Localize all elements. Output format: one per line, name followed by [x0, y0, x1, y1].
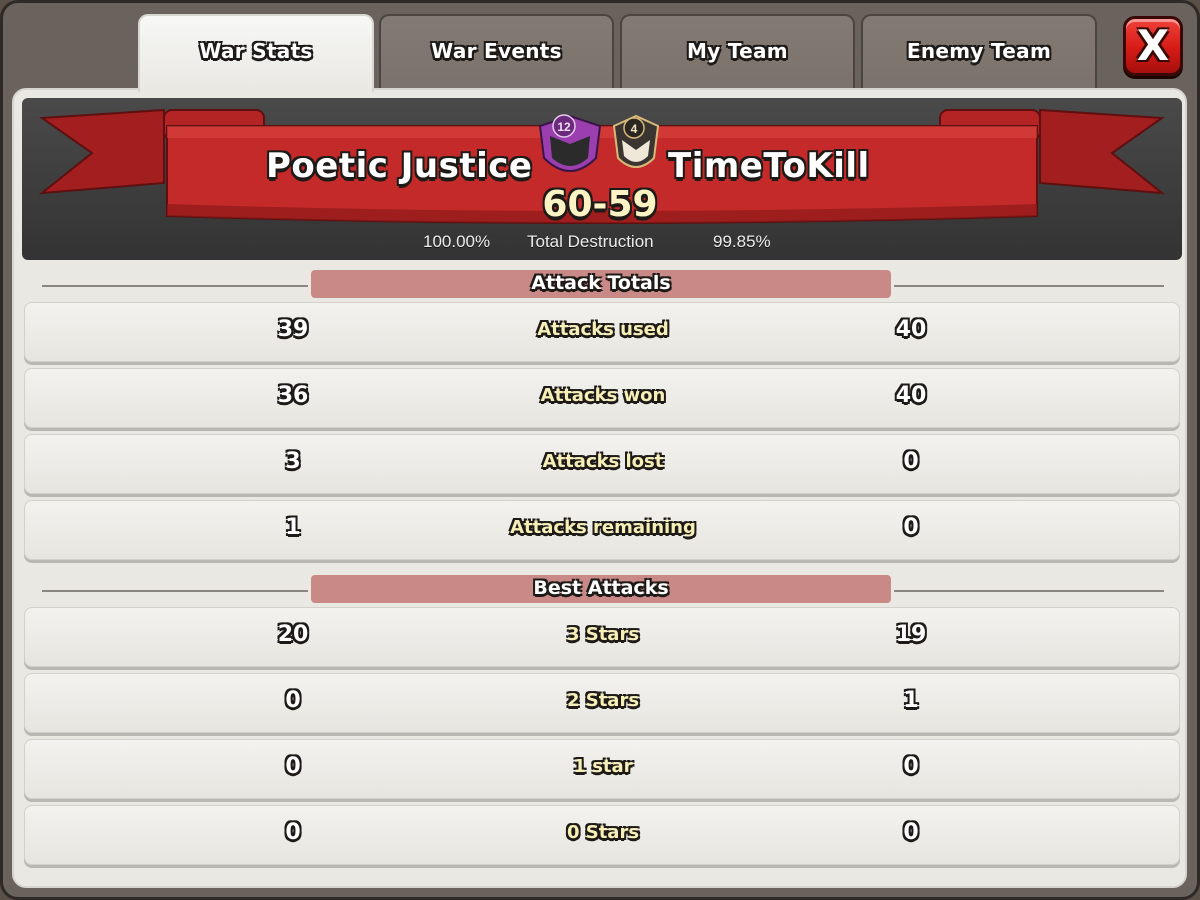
tab-war-stats[interactable]: War Stats	[138, 14, 374, 92]
stat-label: Attacks used	[537, 318, 669, 340]
stat-value-right: 40	[895, 382, 927, 408]
clan-level-right: 4	[630, 122, 638, 136]
destruction-right: 99.85%	[713, 232, 771, 251]
section-divider	[42, 285, 308, 287]
stat-label: Attacks won	[540, 384, 666, 406]
stat-label: 0 Stars	[566, 821, 640, 843]
section-divider	[894, 590, 1164, 592]
stat-row: 39 Attacks used 40	[24, 302, 1180, 362]
tab-label: Enemy Team	[906, 39, 1052, 63]
close-button[interactable]: X	[1123, 16, 1183, 76]
stat-label: 2 Stars	[566, 689, 640, 711]
stat-value-right: 0	[903, 514, 919, 540]
section-title: Best Attacks	[533, 577, 669, 599]
close-icon: X	[1136, 21, 1170, 70]
stat-row: 3 Attacks lost 0	[24, 434, 1180, 494]
stat-label: 3 Stars	[566, 623, 640, 645]
stat-value-left: 36	[277, 382, 309, 408]
stat-value-right: 0	[903, 753, 919, 779]
stat-row: 36 Attacks won 40	[24, 368, 1180, 428]
section-title: Attack Totals	[531, 272, 671, 294]
stat-value-left: 0	[285, 687, 301, 713]
tab-my-team[interactable]: My Team	[620, 14, 855, 92]
stat-value-left: 39	[277, 316, 309, 342]
stat-row: 0 0 Stars 0	[24, 805, 1180, 865]
section-divider	[894, 285, 1164, 287]
stat-value-left: 0	[285, 753, 301, 779]
stat-value-right: 0	[903, 819, 919, 845]
stat-row: 0 1 star 0	[24, 739, 1180, 799]
section-divider	[42, 590, 308, 592]
stat-value-left: 1	[285, 514, 301, 540]
destruction-label: Total Destruction	[527, 232, 654, 251]
tab-label: War Events	[431, 39, 562, 63]
stat-value-right: 19	[895, 621, 927, 647]
stat-value-left: 3	[285, 448, 301, 474]
section-header-best-attacks: Best Attacks	[311, 575, 891, 603]
stat-label: Attacks lost	[542, 450, 664, 472]
stat-label: 1 star	[573, 755, 633, 777]
clan-name-right[interactable]: TimeToKill	[668, 146, 870, 186]
clan-name-left[interactable]: Poetic Justice	[266, 146, 532, 186]
tab-label: War Stats	[199, 39, 313, 63]
stat-value-right: 40	[895, 316, 927, 342]
war-score: 60-59	[542, 184, 658, 225]
tab-war-events[interactable]: War Events	[379, 14, 614, 92]
clan-level-left: 12	[557, 120, 571, 134]
stat-value-right: 0	[903, 448, 919, 474]
stat-value-left: 20	[277, 621, 309, 647]
stat-row: 0 2 Stars 1	[24, 673, 1180, 733]
tab-enemy-team[interactable]: Enemy Team	[861, 14, 1097, 92]
destruction-left: 100.00%	[423, 232, 491, 251]
stat-row: 1 Attacks remaining 0	[24, 500, 1180, 560]
stat-value-right: 1	[903, 687, 919, 713]
tab-label: My Team	[687, 39, 788, 63]
section-header-attack-totals: Attack Totals	[311, 270, 891, 298]
stat-label: Attacks remaining	[510, 516, 696, 538]
stat-row: 20 3 Stars 19	[24, 607, 1180, 667]
stat-value-left: 0	[285, 819, 301, 845]
